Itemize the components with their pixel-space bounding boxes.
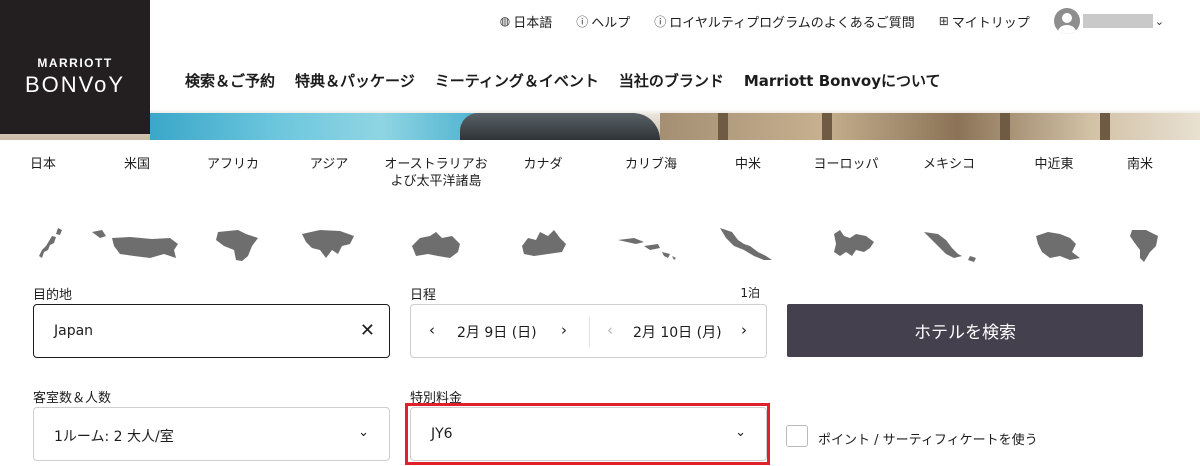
region-caribbean[interactable]: カリブ海 bbox=[596, 156, 706, 173]
middle-east-map-icon[interactable] bbox=[1034, 228, 1082, 262]
checkin-prev-icon[interactable]: ‹ bbox=[429, 321, 435, 339]
nights-count: 1泊 bbox=[740, 286, 760, 300]
brand-logo[interactable]: MARRIOTT BONVoY bbox=[0, 0, 150, 134]
help-icon: ⓘ bbox=[576, 14, 589, 29]
checkin-next-icon[interactable]: › bbox=[561, 321, 567, 339]
special-rate-select[interactable]: JY6 ⌄ bbox=[410, 407, 767, 461]
japan-map-icon[interactable] bbox=[36, 226, 66, 260]
hero-lounger bbox=[460, 113, 660, 140]
chevron-down-icon: ⌄ bbox=[358, 425, 369, 440]
my-trips-label: マイトリップ bbox=[951, 15, 1030, 31]
briefcase-icon: ⊞ bbox=[938, 14, 949, 28]
region-selector: 日本 米国 アフリカ アジア オーストラリアおよび太平洋諸島 カナダ カリブ海 … bbox=[0, 156, 1200, 266]
region-europe[interactable]: ヨーロッパ bbox=[791, 156, 901, 173]
africa-map-icon[interactable] bbox=[212, 228, 262, 262]
rooms-guests-value: 1ルーム: 2 大人/室 bbox=[54, 429, 174, 445]
region-asia[interactable]: アジア bbox=[274, 156, 384, 173]
logo-main-text: BONVoY bbox=[24, 72, 126, 97]
region-australia-pacific[interactable]: オーストラリアおよび太平洋諸島 bbox=[380, 156, 492, 190]
region-label: カリブ海 bbox=[624, 157, 677, 172]
rooms-guests-select[interactable]: 1ルーム: 2 大人/室 ⌄ bbox=[33, 407, 390, 461]
region-label: アフリカ bbox=[206, 157, 259, 172]
globe-icon: ◍ bbox=[499, 14, 511, 28]
destination-input[interactable]: Japan ✕ bbox=[33, 304, 390, 358]
nav-our-brands[interactable]: 当社のブランド bbox=[619, 70, 724, 91]
asia-map-icon[interactable] bbox=[300, 228, 356, 262]
user-name-redacted[interactable] bbox=[1082, 14, 1153, 28]
region-label: 米国 bbox=[123, 157, 150, 172]
rooms-label: 客室数＆人数 bbox=[33, 391, 112, 406]
help-link[interactable]: ⓘ ヘルプ bbox=[576, 12, 630, 31]
nav-meetings-events[interactable]: ミーティング＆イベント bbox=[435, 70, 599, 91]
chevron-down-icon[interactable]: ⌄ bbox=[1155, 15, 1164, 28]
date-divider bbox=[589, 317, 590, 347]
checkout-prev-icon[interactable]: ‹ bbox=[607, 321, 613, 339]
south-america-map-icon[interactable] bbox=[1126, 228, 1162, 264]
region-label: アジア bbox=[309, 157, 349, 172]
region-mexico[interactable]: メキシコ bbox=[894, 156, 1004, 173]
avatar[interactable] bbox=[1053, 8, 1080, 34]
search-hotels-button[interactable]: ホテルを検索 bbox=[787, 304, 1143, 357]
hero-post bbox=[1100, 113, 1110, 140]
utility-nav: ◍ 日本語 ⓘ ヘルプ ⓘ ロイヤルティプログラムのよくあるご質問 ⊞ マイトリ… bbox=[476, 8, 1164, 34]
mexico-map-icon[interactable] bbox=[922, 228, 978, 262]
hero-post bbox=[822, 113, 832, 140]
dates-label: 日程 bbox=[410, 288, 437, 303]
clear-icon[interactable]: ✕ bbox=[360, 320, 375, 341]
help-label: ヘルプ bbox=[591, 15, 631, 31]
destination-value: Japan bbox=[54, 323, 94, 339]
region-central-america[interactable]: 中米 bbox=[693, 156, 803, 173]
use-points-checkbox[interactable] bbox=[786, 425, 808, 447]
checkout-date[interactable]: 2月 10日 (月) bbox=[633, 322, 722, 342]
info-icon: ⓘ bbox=[654, 14, 667, 29]
region-canada[interactable]: カナダ bbox=[488, 156, 598, 173]
central-america-map-icon[interactable] bbox=[718, 226, 774, 262]
checkin-date[interactable]: 2月 9日 (日) bbox=[457, 322, 537, 342]
region-label: オーストラリアおよび太平洋諸島 bbox=[384, 157, 488, 189]
hero-deck bbox=[660, 113, 1200, 140]
region-label: 南米 bbox=[1126, 157, 1153, 172]
language-link[interactable]: ◍ 日本語 bbox=[500, 12, 553, 31]
nav-offers-packages[interactable]: 特典＆パッケージ bbox=[295, 70, 415, 91]
region-label: メキシコ bbox=[922, 157, 975, 172]
special-rate-label: 特別料金 bbox=[410, 391, 463, 406]
chevron-down-icon: ⌄ bbox=[735, 425, 746, 440]
caribbean-map-icon[interactable] bbox=[614, 230, 678, 260]
use-points-label[interactable]: ポイント / サーティフィケートを使う bbox=[818, 429, 1038, 448]
date-picker[interactable]: ‹ 2月 9日 (日) › ‹ 2月 10日 (月) › bbox=[410, 304, 767, 358]
hero-post bbox=[1000, 113, 1010, 140]
checkout-next-icon[interactable]: › bbox=[741, 321, 747, 339]
canada-map-icon[interactable] bbox=[518, 228, 568, 262]
main-nav: 検索＆ご予約 特典＆パッケージ ミーティング＆イベント 当社のブランド Marr… bbox=[185, 70, 941, 91]
logo-top-text: MARRIOTT bbox=[37, 56, 113, 70]
australia-map-icon[interactable] bbox=[408, 230, 464, 262]
nav-about-bonvoy[interactable]: Marriott Bonvoyについて bbox=[744, 70, 941, 91]
region-usa[interactable]: 米国 bbox=[82, 156, 192, 173]
nav-search-reserve[interactable]: 検索＆ご予約 bbox=[185, 70, 275, 91]
europe-map-icon[interactable] bbox=[826, 226, 878, 262]
faq-label: ロイヤルティプログラムのよくあるご質問 bbox=[669, 15, 915, 31]
region-south-america[interactable]: 南米 bbox=[1085, 156, 1195, 173]
hero-post bbox=[718, 113, 728, 140]
region-label: 中米 bbox=[734, 157, 761, 172]
usa-map-icon[interactable] bbox=[90, 228, 182, 262]
my-trips-link[interactable]: ⊞ マイトリップ bbox=[939, 12, 1030, 31]
faq-link[interactable]: ⓘ ロイヤルティプログラムのよくあるご質問 bbox=[654, 12, 914, 31]
language-label: 日本語 bbox=[513, 15, 553, 31]
region-label: ヨーロッパ bbox=[813, 157, 879, 172]
region-label: カナダ bbox=[523, 157, 563, 172]
special-rate-value: JY6 bbox=[431, 426, 453, 442]
region-africa[interactable]: アフリカ bbox=[178, 156, 288, 173]
destination-label: 目的地 bbox=[33, 288, 73, 303]
